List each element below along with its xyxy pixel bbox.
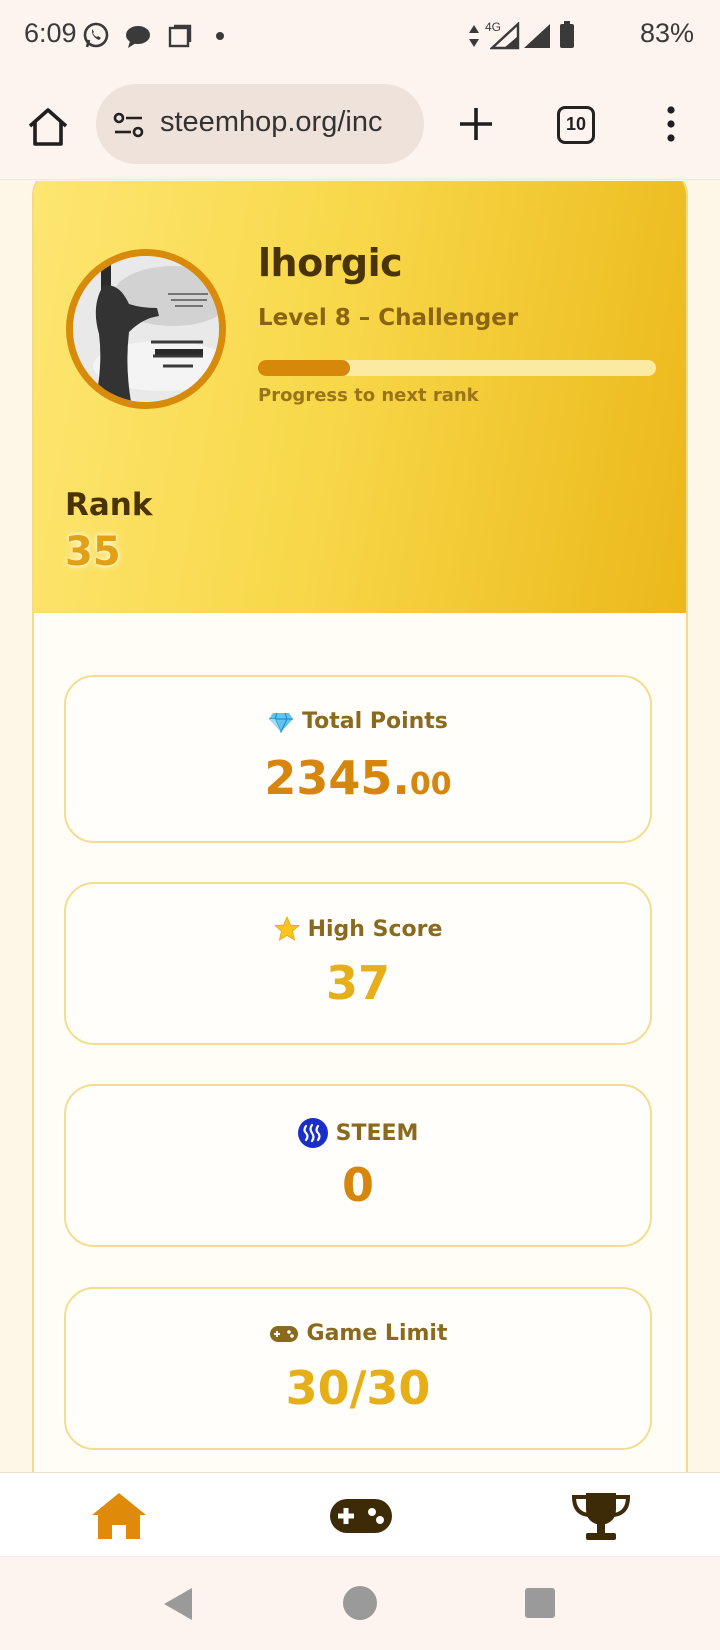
nav-home-icon[interactable] xyxy=(84,1489,154,1543)
stat-value-int: 2345. xyxy=(264,751,410,805)
recents-icon[interactable] xyxy=(524,1587,556,1619)
nav-trophy-icon[interactable] xyxy=(566,1489,636,1543)
battery-percent: 83% xyxy=(639,18,694,48)
avatar[interactable] xyxy=(66,249,226,409)
stat-label: STEEM xyxy=(335,1120,419,1146)
home-button-icon[interactable] xyxy=(342,1585,378,1621)
page-content: lhorgic Level 8 – Challenger Progress to… xyxy=(0,181,720,1472)
battery-icon xyxy=(560,21,574,48)
stat-total-points: Total Points 2345.00 xyxy=(64,675,652,843)
level-title: Level 8 – Challenger xyxy=(258,305,519,331)
star-icon xyxy=(273,916,300,941)
bottom-nav xyxy=(0,1472,720,1556)
more-menu-icon[interactable] xyxy=(664,104,678,144)
username: lhorgic xyxy=(258,241,403,285)
stat-value: 30/30 xyxy=(285,1361,431,1415)
steem-logo-icon xyxy=(297,1118,328,1148)
browser-toolbar: steemhop.org/inc 10 xyxy=(0,72,720,180)
profile-card: lhorgic Level 8 – Challenger Progress to… xyxy=(32,181,688,1472)
stat-label-row: STEEM xyxy=(66,1118,650,1148)
rank-progress-fill xyxy=(258,360,350,376)
stat-value-dec: 00 xyxy=(409,767,452,802)
rank-progress-bar xyxy=(258,360,656,376)
tab-switcher-icon[interactable]: 10 xyxy=(557,106,595,144)
back-icon[interactable] xyxy=(160,1585,196,1623)
stat-steem: STEEM 0 xyxy=(64,1084,652,1247)
url-bar[interactable]: steemhop.org/inc xyxy=(96,84,424,164)
stat-label-row: Total Points xyxy=(66,709,650,734)
stat-label: Total Points xyxy=(302,709,448,734)
data-arrows-icon xyxy=(469,25,479,47)
stat-label-row: High Score xyxy=(66,916,650,942)
url-text[interactable]: steemhop.org/inc xyxy=(160,106,416,139)
rank-label: Rank xyxy=(65,487,153,523)
stat-high-score: High Score 37 xyxy=(64,882,652,1045)
rank-value: 35 xyxy=(65,529,121,575)
stat-value: 0 xyxy=(341,1158,374,1212)
progress-label: Progress to next rank xyxy=(258,385,479,406)
gamepad-icon xyxy=(269,1325,298,1342)
profile-header: lhorgic Level 8 – Challenger Progress to… xyxy=(34,181,686,613)
stat-value: 37 xyxy=(325,956,390,1010)
chat-icon xyxy=(126,26,150,48)
signal-icon-2 xyxy=(524,24,550,48)
home-icon[interactable] xyxy=(24,102,72,150)
avatar-image xyxy=(73,256,219,402)
status-bar: 6:09 4G 83% xyxy=(0,0,720,72)
stat-game-limit: Game Limit 30/30 xyxy=(64,1287,652,1450)
dot-icon xyxy=(216,32,224,40)
stat-label-row: Game Limit xyxy=(66,1321,650,1346)
new-tab-icon[interactable] xyxy=(456,104,496,144)
stat-label: Game Limit xyxy=(306,1321,448,1346)
square-icon xyxy=(168,24,192,48)
system-navigation-bar xyxy=(0,1556,720,1650)
status-time: 6:09 xyxy=(24,18,77,48)
stat-label: High Score xyxy=(307,916,443,942)
site-settings-icon[interactable] xyxy=(112,110,146,140)
whatsapp-icon xyxy=(83,22,109,48)
stat-value: 2345.00 xyxy=(66,751,650,805)
signal-icon xyxy=(490,22,520,50)
nav-gamepad-icon[interactable] xyxy=(326,1489,396,1543)
diamond-icon xyxy=(269,712,294,733)
